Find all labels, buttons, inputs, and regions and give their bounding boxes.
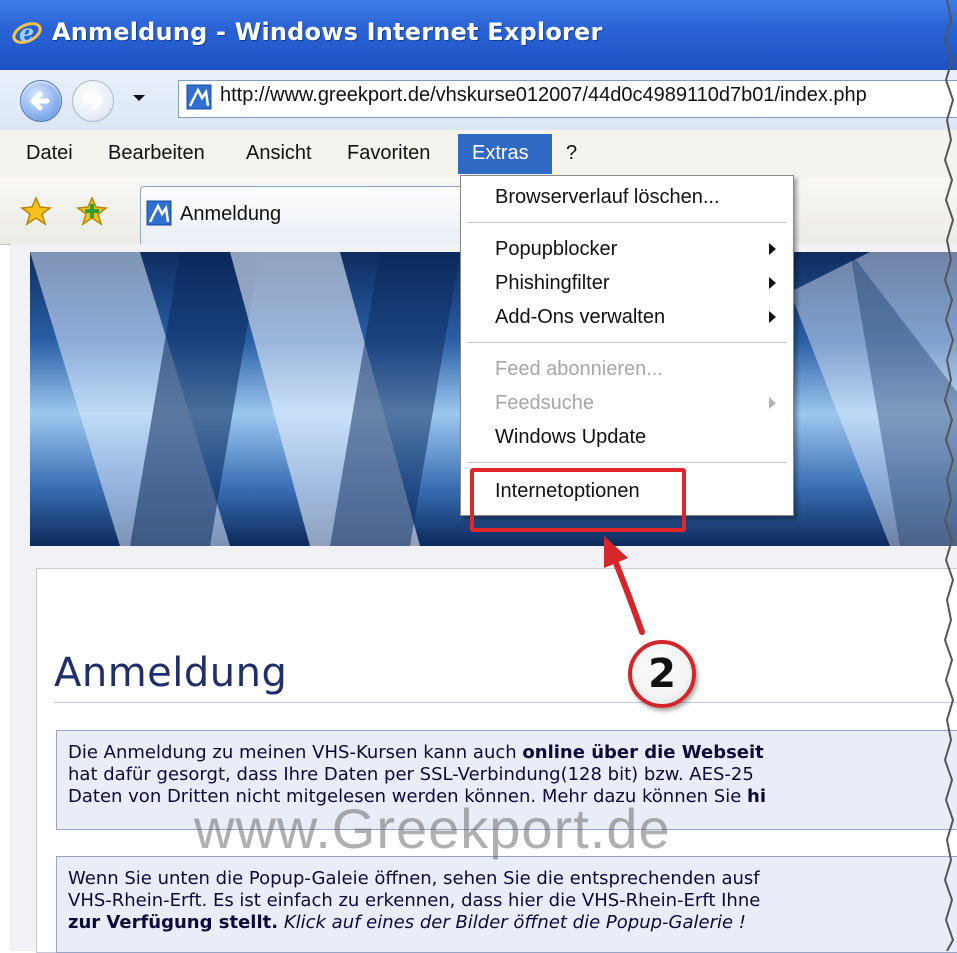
menu-datei[interactable]: Datei [26,142,73,165]
menuitem-browserverlauf-loeschen[interactable]: Browserverlauf löschen... [495,186,720,209]
forward-button[interactable] [72,80,114,122]
submenu-arrow-icon [769,311,776,323]
address-url: http://www.greekport.de/vhskurse012007/4… [220,84,867,106]
step-number: 2 [648,651,676,697]
submenu-arrow-icon [769,243,776,255]
menuitem-popupblocker[interactable]: Popupblocker [495,238,617,261]
more-info-link[interactable]: hi [747,786,766,807]
add-favorite-icon[interactable] [76,196,108,226]
step-number-badge: 2 [628,640,696,708]
back-button[interactable] [20,80,62,122]
back-arrow-icon [30,91,50,111]
favorites-star-icon[interactable] [20,196,52,226]
menu-ansicht[interactable]: Ansicht [246,142,312,165]
watermark: www.Greekport.de [194,797,671,860]
menuitem-phishingfilter[interactable]: Phishingfilter [495,272,610,295]
info-line: Die Anmeldung zu meinen VHS-Kursen kann … [68,742,764,763]
page-title: Anmeldung [54,650,288,696]
divider [54,702,957,703]
menuitem-feed-abonnieren: Feed abonnieren... [495,358,663,380]
highlight-box [470,468,686,532]
info-bold: online über die Webseit [522,742,764,763]
submenu-arrow-icon [769,397,776,409]
menu-separator [467,462,787,464]
info-line: hat dafür gesorgt, dass Ihre Daten per S… [68,764,754,785]
menuitem-windows-update[interactable]: Windows Update [495,426,646,449]
page-icon [146,200,172,226]
menuitem-addons-verwalten[interactable]: Add-Ons verwalten [495,306,665,329]
pointer-arrow-icon [604,536,645,635]
svg-text:e: e [19,18,34,47]
gallery-line: VHS-Rhein-Erft. Es ist einfach zu erkenn… [68,890,761,911]
menuitem-feedsuche: Feedsuche [495,392,594,414]
chevron-down-icon [133,95,145,101]
menu-bearbeiten[interactable]: Bearbeiten [108,142,205,165]
menu-extras[interactable]: Extras [472,142,529,165]
forward-arrow-icon [83,91,104,111]
torn-edge [943,0,955,951]
gallery-line: zur Verfügung stellt. Klick auf eines de… [68,912,746,933]
menu-help[interactable]: ? [566,142,577,165]
ie-logo-icon: e [12,18,42,47]
recent-pages-dropdown[interactable] [132,92,146,107]
menu-favoriten[interactable]: Favoriten [347,142,430,165]
gallery-line: Wenn Sie unten die Popup-Galeie öffnen, … [68,868,760,889]
menu-separator [467,222,787,224]
extras-dropdown-menu: Browserverlauf löschen... Popupblocker P… [460,175,794,516]
page-icon [186,84,212,110]
tab-label: Anmeldung [180,203,282,225]
menu-separator [467,342,787,344]
window-title: Anmeldung - Windows Internet Explorer [52,18,603,46]
submenu-arrow-icon [769,277,776,289]
